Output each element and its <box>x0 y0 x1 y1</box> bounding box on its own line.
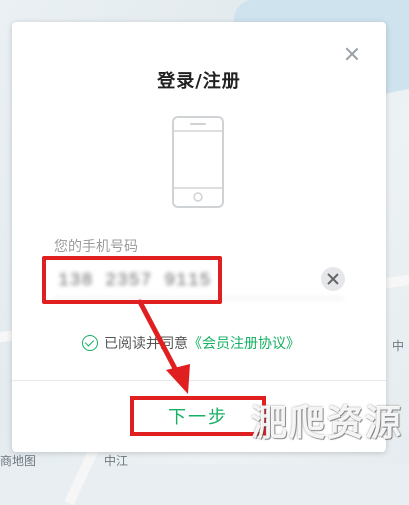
check-circle-icon[interactable] <box>82 335 98 351</box>
map-label: 中江 <box>104 454 129 468</box>
dialog-title: 登录/注册 <box>157 71 241 92</box>
agreement-row: 已阅读并同意 《会员注册协议》 <box>82 333 300 353</box>
map-label: 商地图 <box>0 454 37 468</box>
next-step-button[interactable]: 下一步 <box>130 396 266 436</box>
login-register-dialog: 登录/注册 您的手机号码 已阅读并同意 《会员注册协议》 下一步 <box>12 22 386 452</box>
map-label: 中 <box>392 339 405 353</box>
clear-input-icon[interactable] <box>321 267 345 291</box>
phone-icon <box>172 116 224 208</box>
close-icon[interactable] <box>344 46 360 62</box>
agreement-text: 已阅读并同意 <box>104 336 188 352</box>
divider <box>12 380 386 381</box>
phone-number-input[interactable] <box>52 263 344 299</box>
agreement-link[interactable]: 《会员注册协议》 <box>188 333 300 353</box>
phone-field-label: 您的手机号码 <box>54 239 138 255</box>
